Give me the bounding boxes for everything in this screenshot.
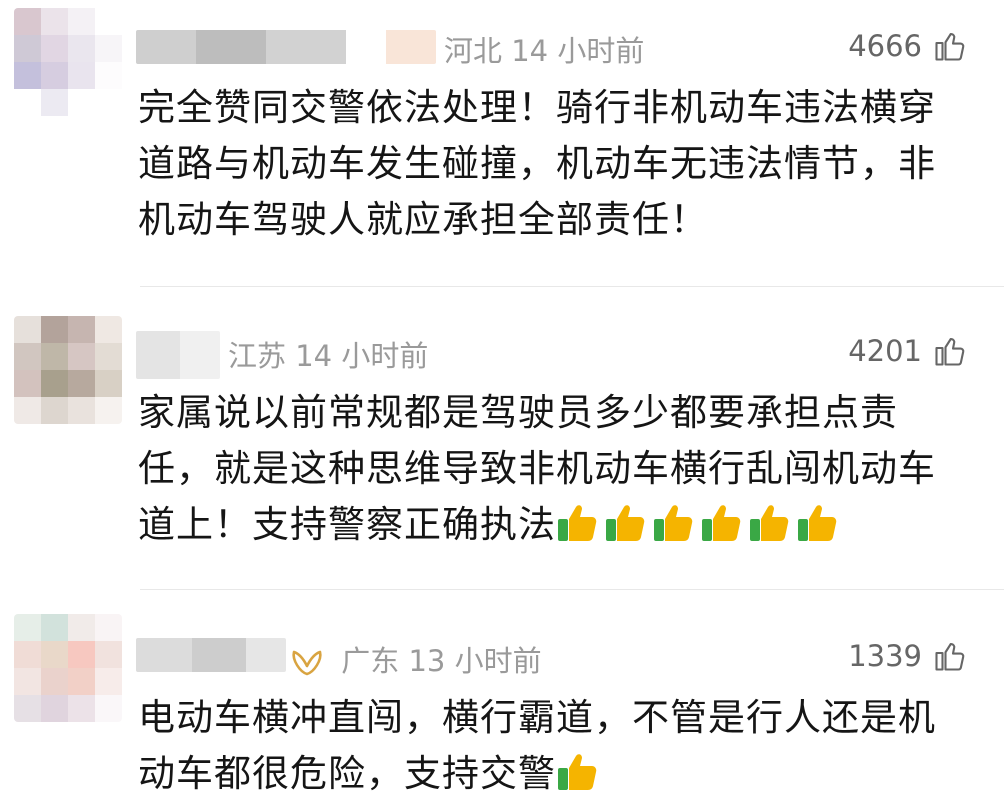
comment-location: 河北 [444, 34, 503, 68]
comment-time: 13 小时前 [408, 644, 542, 678]
thumbs-up-emoji-icon [798, 505, 837, 541]
thumbs-up-emoji-icon [750, 505, 789, 541]
comment-text: 家属说以前常规都是驾驶员多少都要承担点责任，就是这种思维导致非机动车横行乱闯机动… [138, 391, 936, 546]
thumbs-up-emoji-icon [702, 505, 741, 541]
emoji-group [556, 503, 844, 546]
thumbs-up-outline-icon [935, 32, 965, 61]
like-button[interactable]: 4666 [848, 28, 968, 64]
like-button[interactable]: 1339 [848, 638, 968, 674]
avatar[interactable] [14, 8, 122, 116]
thumbs-up-emoji-icon [606, 505, 645, 541]
comment-text: 电动车横冲直闯，横行霸道，不管是行人还是机动车都很危险，支持交警 [138, 696, 936, 795]
avatar[interactable] [14, 614, 122, 722]
comment-item: 广东 13 小时前 1339 电动车横冲直闯，横行霸道，不管是行人还是机动车都很… [0, 590, 1004, 801]
like-count: 4201 [848, 334, 922, 368]
comment-item: 江苏 14 小时前 4201 家属说以前常规都是驾驶员多少都要承担点责任，就是这… [0, 287, 1004, 589]
comment-meta: 广东 13 小时前 [290, 638, 542, 680]
comment-meta: 河北 14 小时前 [444, 28, 644, 70]
username-blurred[interactable] [136, 638, 286, 672]
gold-vip-badge-icon [292, 650, 322, 676]
like-count: 1339 [848, 639, 922, 673]
thumbs-up-outline-icon [935, 337, 965, 366]
comment-meta: 江苏 14 小时前 [228, 333, 428, 375]
avatar[interactable] [14, 316, 122, 424]
comment-item: 河北 14 小时前 4666 完全赞同交警依法处理！骑行非机动车违法横穿道路与机… [0, 0, 1004, 286]
username-blurred[interactable] [136, 331, 220, 379]
comment-time: 14 小时前 [511, 34, 645, 68]
comment-location: 广东 [341, 644, 400, 678]
comment-time: 14 小时前 [295, 339, 429, 373]
emoji-group [556, 752, 604, 795]
like-button[interactable]: 4201 [848, 333, 968, 369]
comment-location: 江苏 [228, 339, 287, 373]
username-blurred[interactable] [136, 30, 436, 64]
comment-text: 完全赞同交警依法处理！骑行非机动车违法横穿道路与机动车发生碰撞，机动车无违法情节… [138, 86, 936, 241]
thumbs-up-outline-icon [935, 642, 965, 671]
thumbs-up-emoji-icon [558, 505, 597, 541]
thumbs-up-emoji-icon [654, 505, 693, 541]
like-count: 4666 [848, 29, 922, 63]
thumbs-up-emoji-icon [558, 754, 597, 790]
